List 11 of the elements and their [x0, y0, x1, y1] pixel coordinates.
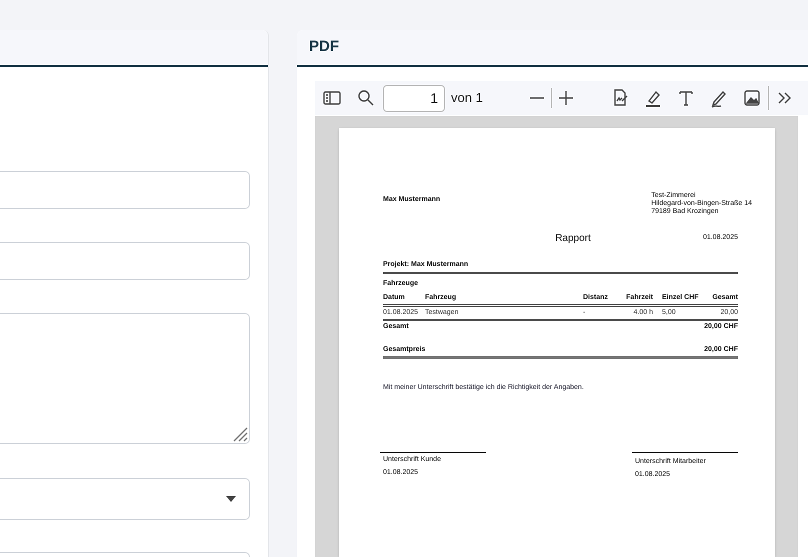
- image-icon[interactable]: [742, 88, 762, 108]
- page-count: von 1: [451, 89, 483, 108]
- dropdown-caret-icon: [226, 496, 236, 502]
- search-icon[interactable]: [356, 88, 376, 108]
- input-field[interactable]: [0, 171, 250, 209]
- select-field[interactable]: [0, 478, 250, 520]
- resize-handle-icon[interactable]: [232, 426, 248, 442]
- page-number-field[interactable]: 1: [383, 84, 445, 112]
- document-title: Rapport: [555, 232, 591, 246]
- panel-title: PDF: [309, 37, 339, 58]
- input-field[interactable]: [0, 242, 250, 280]
